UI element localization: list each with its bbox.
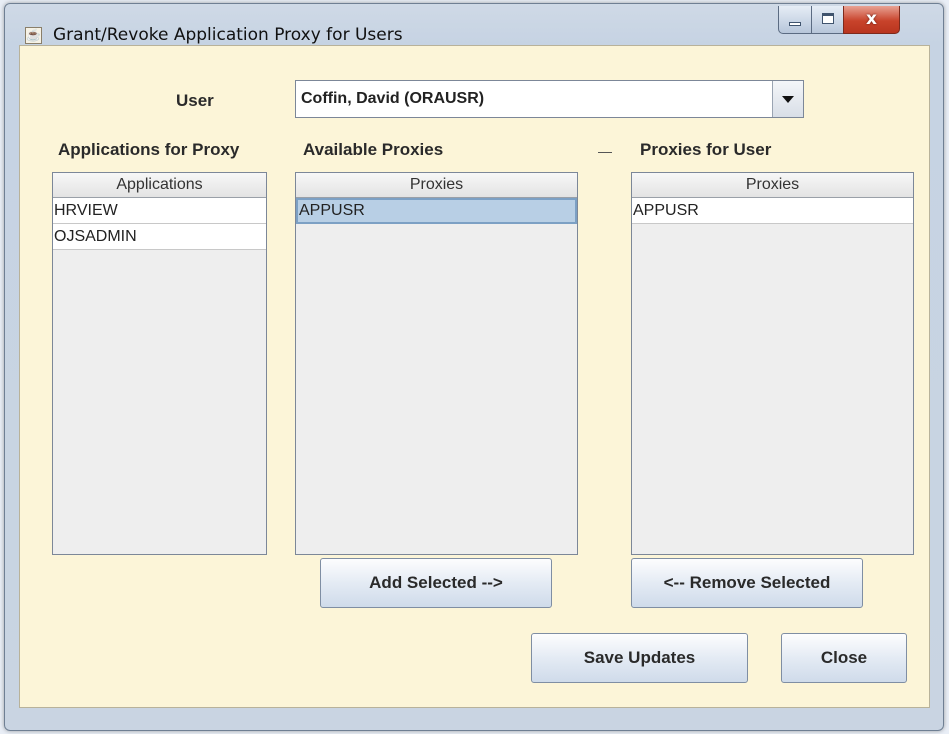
applications-list[interactable]: Applications HRVIEW OJSADMIN [52,172,267,555]
user-proxies-section-label: Proxies for User [640,140,772,159]
close-button[interactable]: Close [781,633,907,683]
separator-dash [598,152,612,153]
user-select-value: Coffin, David (ORAUSR) [301,90,485,107]
user-proxies-column-header[interactable]: Proxies [632,173,913,198]
user-select-dropdown-button[interactable] [772,81,803,117]
available-proxies-list[interactable]: Proxies APPUSR [295,172,578,555]
minimize-button[interactable] [778,6,812,34]
dialog-content: User Coffin, David (ORAUSR) Applications… [19,45,930,708]
chevron-down-icon [782,96,794,103]
maximize-button[interactable] [811,6,844,34]
list-item-hrview[interactable]: HRVIEW [53,198,266,224]
available-proxies-section-label: Available Proxies [303,140,444,159]
close-icon: x [866,9,877,29]
minimize-icon [789,22,801,26]
window-title: Grant/Revoke Application Proxy for Users [53,25,403,45]
close-window-button[interactable]: x [843,6,900,34]
remove-selected-button[interactable]: <-- Remove Selected [631,558,863,608]
maximize-icon [822,13,834,24]
save-updates-button[interactable]: Save Updates [531,633,748,683]
list-item-appusr-selected[interactable]: APPUSR [296,198,577,224]
dialog-window: ☕ Grant/Revoke Application Proxy for Use… [4,3,944,731]
applications-section-label: Applications for Proxy [58,140,240,159]
available-proxies-column-header[interactable]: Proxies [296,173,577,198]
user-select[interactable]: Coffin, David (ORAUSR) [295,80,804,118]
add-selected-button[interactable]: Add Selected --> [320,558,552,608]
java-app-icon: ☕ [25,27,42,44]
user-label: User [176,91,214,110]
list-item-ojsadmin[interactable]: OJSADMIN [53,224,266,250]
user-proxies-list[interactable]: Proxies APPUSR [631,172,914,555]
applications-column-header[interactable]: Applications [53,173,266,198]
list-item-appusr[interactable]: APPUSR [632,198,913,224]
